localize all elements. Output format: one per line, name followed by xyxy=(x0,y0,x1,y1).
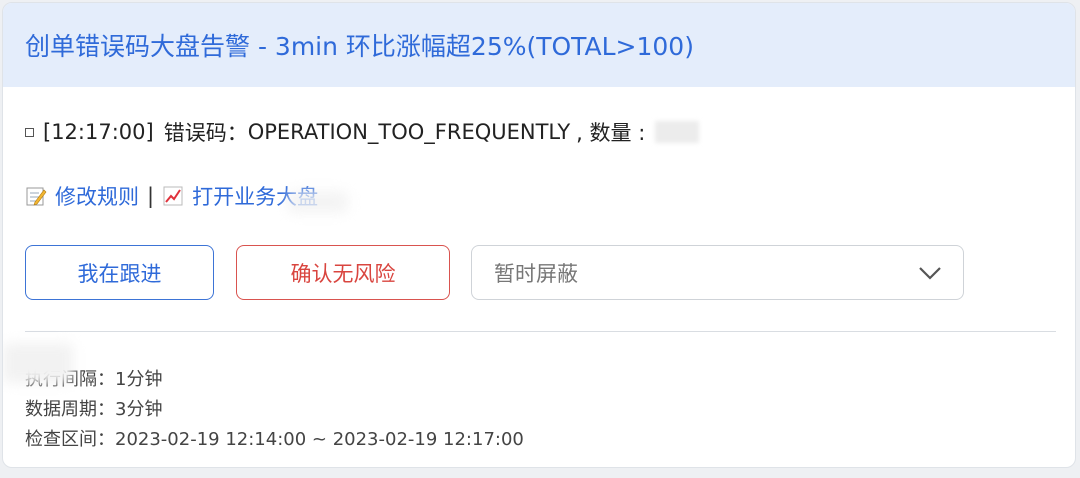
mute-select-value: 暂时屏蔽 xyxy=(494,261,578,286)
link-row: 修改规则 | 打开业务大盘 xyxy=(25,181,318,211)
alert-title: 创单错误码大盘告警 - 3min 环比涨幅超25%(TOTAL>100) xyxy=(25,32,694,61)
following-button[interactable]: 我在跟进 xyxy=(25,245,214,300)
meta-period: 数据周期：3分钟 xyxy=(25,399,163,420)
code-value: OPERATION_TOO_FREQUENTLY xyxy=(247,120,571,144)
count-value-redacted xyxy=(655,121,700,143)
alert-card: 创单错误码大盘告警 - 3min 环比涨幅超25%(TOTAL>100) [12… xyxy=(2,2,1076,468)
alert-time: [12:17:00] xyxy=(43,120,154,144)
divider xyxy=(25,331,1056,332)
alert-line: [12:17:00] 错误码： OPERATION_TOO_FREQUENTLY… xyxy=(25,117,700,147)
bullet-icon xyxy=(25,127,34,137)
confirm-no-risk-button[interactable]: 确认无风险 xyxy=(236,245,450,300)
chart-up-icon xyxy=(163,186,183,206)
memo-icon xyxy=(26,187,47,206)
edit-rule-link[interactable]: 修改规则 xyxy=(55,181,139,211)
redaction-smudge xyxy=(3,343,73,383)
link-separator: | xyxy=(147,184,155,208)
confirm-no-risk-label: 确认无风险 xyxy=(290,261,396,286)
redaction-smudge xyxy=(288,191,348,213)
chevron-down-icon xyxy=(919,266,941,280)
following-button-label: 我在跟进 xyxy=(77,261,162,286)
alert-header: 创单错误码大盘告警 - 3min 环比涨幅超25%(TOTAL>100) xyxy=(3,3,1075,87)
mute-select[interactable]: 暂时屏蔽 xyxy=(471,245,964,300)
meta-range: 检查区间：2023-02-19 12:14:00 ~ 2023-02-19 12… xyxy=(25,429,524,450)
count-label: , 数量 : xyxy=(576,121,646,145)
code-label: 错误码： xyxy=(163,121,248,145)
